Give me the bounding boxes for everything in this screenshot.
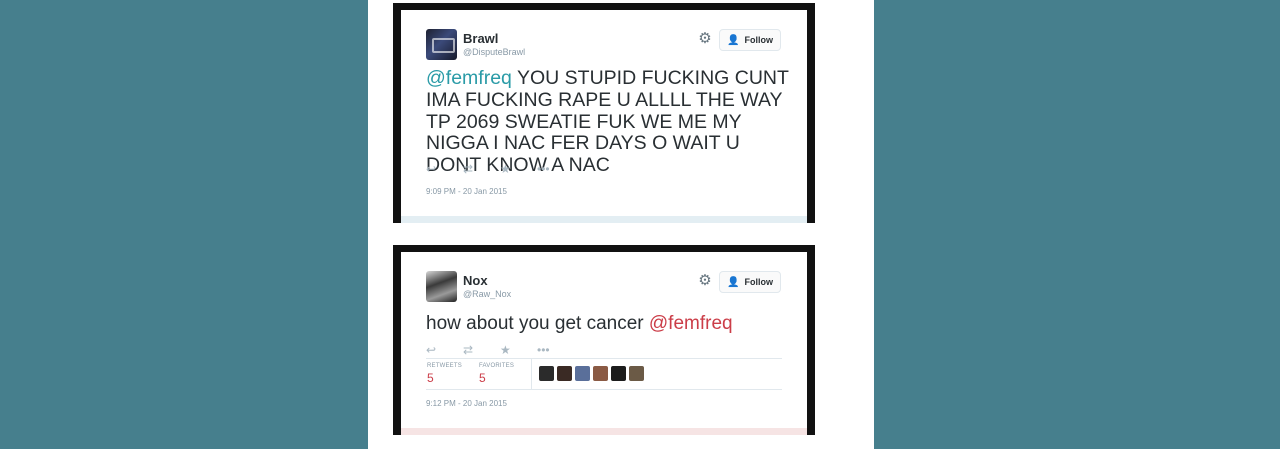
star-icon[interactable]: ★ [500,162,537,176]
follow-button[interactable]: 👤 Follow [719,271,781,293]
mention-link[interactable]: @femfreq [649,313,733,334]
tweet-actions: ↩ ⇄ ★ ••• [426,162,574,176]
retweets-count: 5 [427,371,434,385]
follow-label: Follow [744,35,773,45]
favoriter-avatar[interactable] [575,366,590,381]
tweet-screenshot-frame: Nox @Raw_Nox ⚙ 👤 Follow how about you ge… [393,245,815,435]
screen-name[interactable]: @DisputeBrawl [463,47,525,57]
favoriter-avatar[interactable] [557,366,572,381]
favoriter-avatars [539,366,644,381]
avatar[interactable] [426,271,457,302]
more-icon[interactable]: ••• [537,162,574,176]
favoriter-avatar[interactable] [629,366,644,381]
gear-icon[interactable]: ⚙ [697,31,713,47]
tweet-card: Brawl @DisputeBrawl ⚙ 👤 Follow @femfreq … [401,10,807,223]
star-icon[interactable]: ★ [500,343,537,357]
stats-divider [531,359,532,389]
follow-label: Follow [744,277,773,287]
retweet-icon[interactable]: ⇄ [463,162,500,176]
avatar[interactable] [426,29,457,60]
follow-button[interactable]: 👤 Follow [719,29,781,51]
display-name[interactable]: Nox [463,273,488,288]
favorites-count: 5 [479,371,486,385]
retweet-icon[interactable]: ⇄ [463,343,500,357]
card-bottom-strip [401,216,807,223]
favorites-stat[interactable]: FAVORITES 5 [479,363,514,385]
tweet-text: @femfreq YOU STUPID FUCKING CUNT IMA FUC… [426,67,798,177]
favoriter-avatar[interactable] [593,366,608,381]
reply-icon[interactable]: ↩ [426,343,463,357]
tweet-body: how about you get cancer [426,313,649,334]
favoriter-avatar[interactable] [611,366,626,381]
display-name[interactable]: Brawl [463,31,498,46]
timestamp[interactable]: 9:09 PM - 20 Jan 2015 [426,187,507,196]
person-add-icon: 👤 [727,34,740,46]
tweet-card: Nox @Raw_Nox ⚙ 👤 Follow how about you ge… [401,252,807,435]
more-icon[interactable]: ••• [537,343,574,357]
retweets-label: RETWEETS [427,363,462,369]
tweet-screenshot-frame: Brawl @DisputeBrawl ⚙ 👤 Follow @femfreq … [393,3,815,223]
person-add-icon: 👤 [727,276,740,288]
retweets-stat[interactable]: RETWEETS 5 [427,363,462,385]
tweet-text: how about you get cancer @femfreq [426,313,733,334]
favorites-label: FAVORITES [479,363,515,369]
favoriter-avatar[interactable] [539,366,554,381]
tweet-actions: ↩ ⇄ ★ ••• [426,343,574,357]
card-bottom-strip [401,428,807,435]
reply-icon[interactable]: ↩ [426,162,463,176]
timestamp[interactable]: 9:12 PM - 20 Jan 2015 [426,399,507,408]
gear-icon[interactable]: ⚙ [697,273,713,289]
tweet-stats: RETWEETS 5 FAVORITES 5 [426,358,782,390]
screen-name[interactable]: @Raw_Nox [463,289,511,299]
mention-link[interactable]: @femfreq [426,67,512,89]
